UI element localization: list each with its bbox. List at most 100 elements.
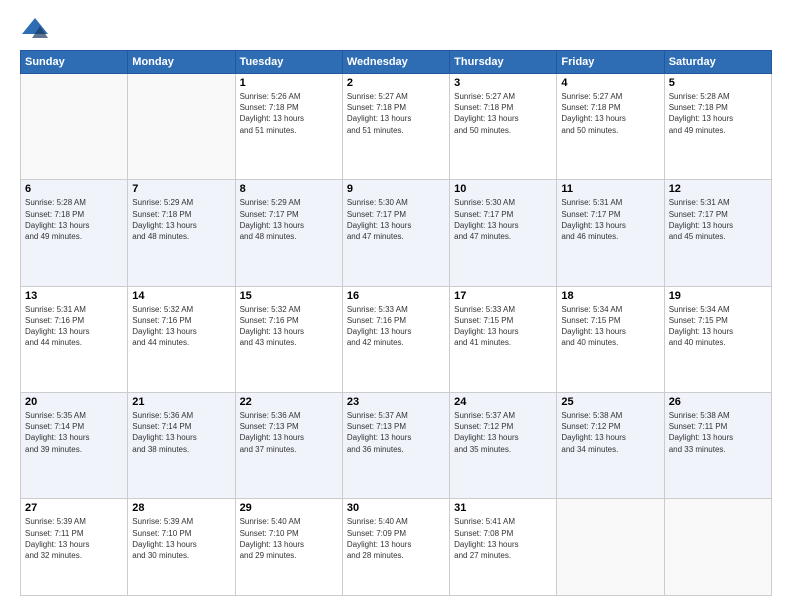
day-number: 21 bbox=[132, 396, 230, 408]
day-info: Sunrise: 5:27 AM Sunset: 7:18 PM Dayligh… bbox=[454, 91, 552, 136]
day-info: Sunrise: 5:41 AM Sunset: 7:08 PM Dayligh… bbox=[454, 516, 552, 561]
day-number: 28 bbox=[132, 502, 230, 514]
calendar-cell: 7 Sunrise: 5:29 AM Sunset: 7:18 PM Daylig… bbox=[128, 180, 235, 286]
calendar-cell: 6 Sunrise: 5:28 AM Sunset: 7:18 PM Daylig… bbox=[21, 180, 128, 286]
logo bbox=[20, 16, 54, 40]
calendar-week-row: 27Sunrise: 5:39 AM Sunset: 7:11 PM Dayli… bbox=[21, 499, 772, 596]
day-number: 8 bbox=[240, 183, 338, 195]
calendar-cell bbox=[664, 499, 771, 596]
day-info: Sunrise: 5:30 AM Sunset: 7:17 PM Dayligh… bbox=[347, 197, 445, 242]
calendar-day-header: Tuesday bbox=[235, 51, 342, 74]
day-number: 2 bbox=[347, 77, 445, 89]
calendar-cell bbox=[128, 74, 235, 180]
day-info: Sunrise: 5:33 AM Sunset: 7:15 PM Dayligh… bbox=[454, 304, 552, 349]
calendar-cell: 25 Sunrise: 5:38 AM Sunset: 7:12 PM Dayli… bbox=[557, 392, 664, 498]
day-info: Sunrise: 5:28 AM Sunset: 7:18 PM Dayligh… bbox=[669, 91, 767, 136]
calendar-week-row: 20 Sunrise: 5:35 AM Sunset: 7:14 PM Dayli… bbox=[21, 392, 772, 498]
day-info: Sunrise: 5:40 AM Sunset: 7:09 PM Dayligh… bbox=[347, 516, 445, 561]
day-info: Sunrise: 5:31 AM Sunset: 7:17 PM Dayligh… bbox=[561, 197, 659, 242]
day-info: Sunrise: 5:37 AM Sunset: 7:13 PM Dayligh… bbox=[347, 410, 445, 455]
day-number: 22 bbox=[240, 396, 338, 408]
day-number: 12 bbox=[669, 183, 767, 195]
day-number: 25 bbox=[561, 396, 659, 408]
calendar-day-header: Wednesday bbox=[342, 51, 449, 74]
day-number: 20 bbox=[25, 396, 123, 408]
day-number: 31 bbox=[454, 502, 552, 514]
calendar-cell: 2 Sunrise: 5:27 AM Sunset: 7:18 PM Daylig… bbox=[342, 74, 449, 180]
day-info: Sunrise: 5:40 AM Sunset: 7:10 PM Dayligh… bbox=[240, 516, 338, 561]
calendar-cell: 9 Sunrise: 5:30 AM Sunset: 7:17 PM Daylig… bbox=[342, 180, 449, 286]
day-info: Sunrise: 5:27 AM Sunset: 7:18 PM Dayligh… bbox=[561, 91, 659, 136]
day-info: Sunrise: 5:28 AM Sunset: 7:18 PM Dayligh… bbox=[25, 197, 123, 242]
calendar-cell: 1 Sunrise: 5:26 AM Sunset: 7:18 PM Daylig… bbox=[235, 74, 342, 180]
day-number: 1 bbox=[240, 77, 338, 89]
day-number: 14 bbox=[132, 290, 230, 302]
day-info: Sunrise: 5:26 AM Sunset: 7:18 PM Dayligh… bbox=[240, 91, 338, 136]
calendar-cell: 26 Sunrise: 5:38 AM Sunset: 7:11 PM Dayli… bbox=[664, 392, 771, 498]
calendar-week-row: 1 Sunrise: 5:26 AM Sunset: 7:18 PM Daylig… bbox=[21, 74, 772, 180]
calendar-day-header: Sunday bbox=[21, 51, 128, 74]
day-info: Sunrise: 5:34 AM Sunset: 7:15 PM Dayligh… bbox=[561, 304, 659, 349]
calendar-cell: 14 Sunrise: 5:32 AM Sunset: 7:16 PM Dayli… bbox=[128, 286, 235, 392]
calendar-cell: 30Sunrise: 5:40 AM Sunset: 7:09 PM Dayli… bbox=[342, 499, 449, 596]
day-info: Sunrise: 5:38 AM Sunset: 7:11 PM Dayligh… bbox=[669, 410, 767, 455]
day-info: Sunrise: 5:29 AM Sunset: 7:18 PM Dayligh… bbox=[132, 197, 230, 242]
calendar-day-header: Monday bbox=[128, 51, 235, 74]
day-info: Sunrise: 5:36 AM Sunset: 7:13 PM Dayligh… bbox=[240, 410, 338, 455]
day-info: Sunrise: 5:34 AM Sunset: 7:15 PM Dayligh… bbox=[669, 304, 767, 349]
day-info: Sunrise: 5:32 AM Sunset: 7:16 PM Dayligh… bbox=[240, 304, 338, 349]
day-number: 18 bbox=[561, 290, 659, 302]
day-info: Sunrise: 5:36 AM Sunset: 7:14 PM Dayligh… bbox=[132, 410, 230, 455]
calendar-cell: 4 Sunrise: 5:27 AM Sunset: 7:18 PM Daylig… bbox=[557, 74, 664, 180]
header bbox=[20, 16, 772, 40]
calendar-day-header: Saturday bbox=[664, 51, 771, 74]
calendar-week-row: 13 Sunrise: 5:31 AM Sunset: 7:16 PM Dayli… bbox=[21, 286, 772, 392]
calendar-cell: 13 Sunrise: 5:31 AM Sunset: 7:16 PM Dayli… bbox=[21, 286, 128, 392]
day-number: 10 bbox=[454, 183, 552, 195]
day-number: 13 bbox=[25, 290, 123, 302]
calendar-cell: 8 Sunrise: 5:29 AM Sunset: 7:17 PM Daylig… bbox=[235, 180, 342, 286]
day-info: Sunrise: 5:39 AM Sunset: 7:11 PM Dayligh… bbox=[25, 516, 123, 561]
day-info: Sunrise: 5:35 AM Sunset: 7:14 PM Dayligh… bbox=[25, 410, 123, 455]
day-info: Sunrise: 5:38 AM Sunset: 7:12 PM Dayligh… bbox=[561, 410, 659, 455]
calendar-cell: 17Sunrise: 5:33 AM Sunset: 7:15 PM Dayli… bbox=[450, 286, 557, 392]
day-number: 19 bbox=[669, 290, 767, 302]
calendar-cell: 24 Sunrise: 5:37 AM Sunset: 7:12 PM Dayli… bbox=[450, 392, 557, 498]
day-number: 26 bbox=[669, 396, 767, 408]
calendar-cell: 31 Sunrise: 5:41 AM Sunset: 7:08 PM Dayli… bbox=[450, 499, 557, 596]
day-number: 7 bbox=[132, 183, 230, 195]
day-info: Sunrise: 5:37 AM Sunset: 7:12 PM Dayligh… bbox=[454, 410, 552, 455]
day-number: 3 bbox=[454, 77, 552, 89]
day-info: Sunrise: 5:31 AM Sunset: 7:17 PM Dayligh… bbox=[669, 197, 767, 242]
calendar-week-row: 6 Sunrise: 5:28 AM Sunset: 7:18 PM Daylig… bbox=[21, 180, 772, 286]
calendar-cell: 12 Sunrise: 5:31 AM Sunset: 7:17 PM Dayli… bbox=[664, 180, 771, 286]
calendar-cell: 21 Sunrise: 5:36 AM Sunset: 7:14 PM Dayli… bbox=[128, 392, 235, 498]
day-number: 15 bbox=[240, 290, 338, 302]
day-number: 23 bbox=[347, 396, 445, 408]
day-info: Sunrise: 5:29 AM Sunset: 7:17 PM Dayligh… bbox=[240, 197, 338, 242]
day-number: 29 bbox=[240, 502, 338, 514]
calendar-cell: 20 Sunrise: 5:35 AM Sunset: 7:14 PM Dayli… bbox=[21, 392, 128, 498]
day-info: Sunrise: 5:27 AM Sunset: 7:18 PM Dayligh… bbox=[347, 91, 445, 136]
calendar-cell bbox=[21, 74, 128, 180]
day-number: 6 bbox=[25, 183, 123, 195]
calendar-day-header: Thursday bbox=[450, 51, 557, 74]
day-number: 4 bbox=[561, 77, 659, 89]
day-number: 11 bbox=[561, 183, 659, 195]
calendar-cell: 27Sunrise: 5:39 AM Sunset: 7:11 PM Dayli… bbox=[21, 499, 128, 596]
calendar-cell: 3 Sunrise: 5:27 AM Sunset: 7:18 PM Daylig… bbox=[450, 74, 557, 180]
calendar-cell: 19 Sunrise: 5:34 AM Sunset: 7:15 PM Dayli… bbox=[664, 286, 771, 392]
day-info: Sunrise: 5:31 AM Sunset: 7:16 PM Dayligh… bbox=[25, 304, 123, 349]
calendar-day-header: Friday bbox=[557, 51, 664, 74]
calendar-cell: 28 Sunrise: 5:39 AM Sunset: 7:10 PM Dayli… bbox=[128, 499, 235, 596]
logo-icon bbox=[20, 16, 50, 40]
calendar-cell: 15 Sunrise: 5:32 AM Sunset: 7:16 PM Dayli… bbox=[235, 286, 342, 392]
day-number: 24 bbox=[454, 396, 552, 408]
day-info: Sunrise: 5:32 AM Sunset: 7:16 PM Dayligh… bbox=[132, 304, 230, 349]
day-info: Sunrise: 5:30 AM Sunset: 7:17 PM Dayligh… bbox=[454, 197, 552, 242]
day-info: Sunrise: 5:39 AM Sunset: 7:10 PM Dayligh… bbox=[132, 516, 230, 561]
day-number: 9 bbox=[347, 183, 445, 195]
day-number: 16 bbox=[347, 290, 445, 302]
calendar-table: SundayMondayTuesdayWednesdayThursdayFrid… bbox=[20, 50, 772, 596]
day-info: Sunrise: 5:33 AM Sunset: 7:16 PM Dayligh… bbox=[347, 304, 445, 349]
